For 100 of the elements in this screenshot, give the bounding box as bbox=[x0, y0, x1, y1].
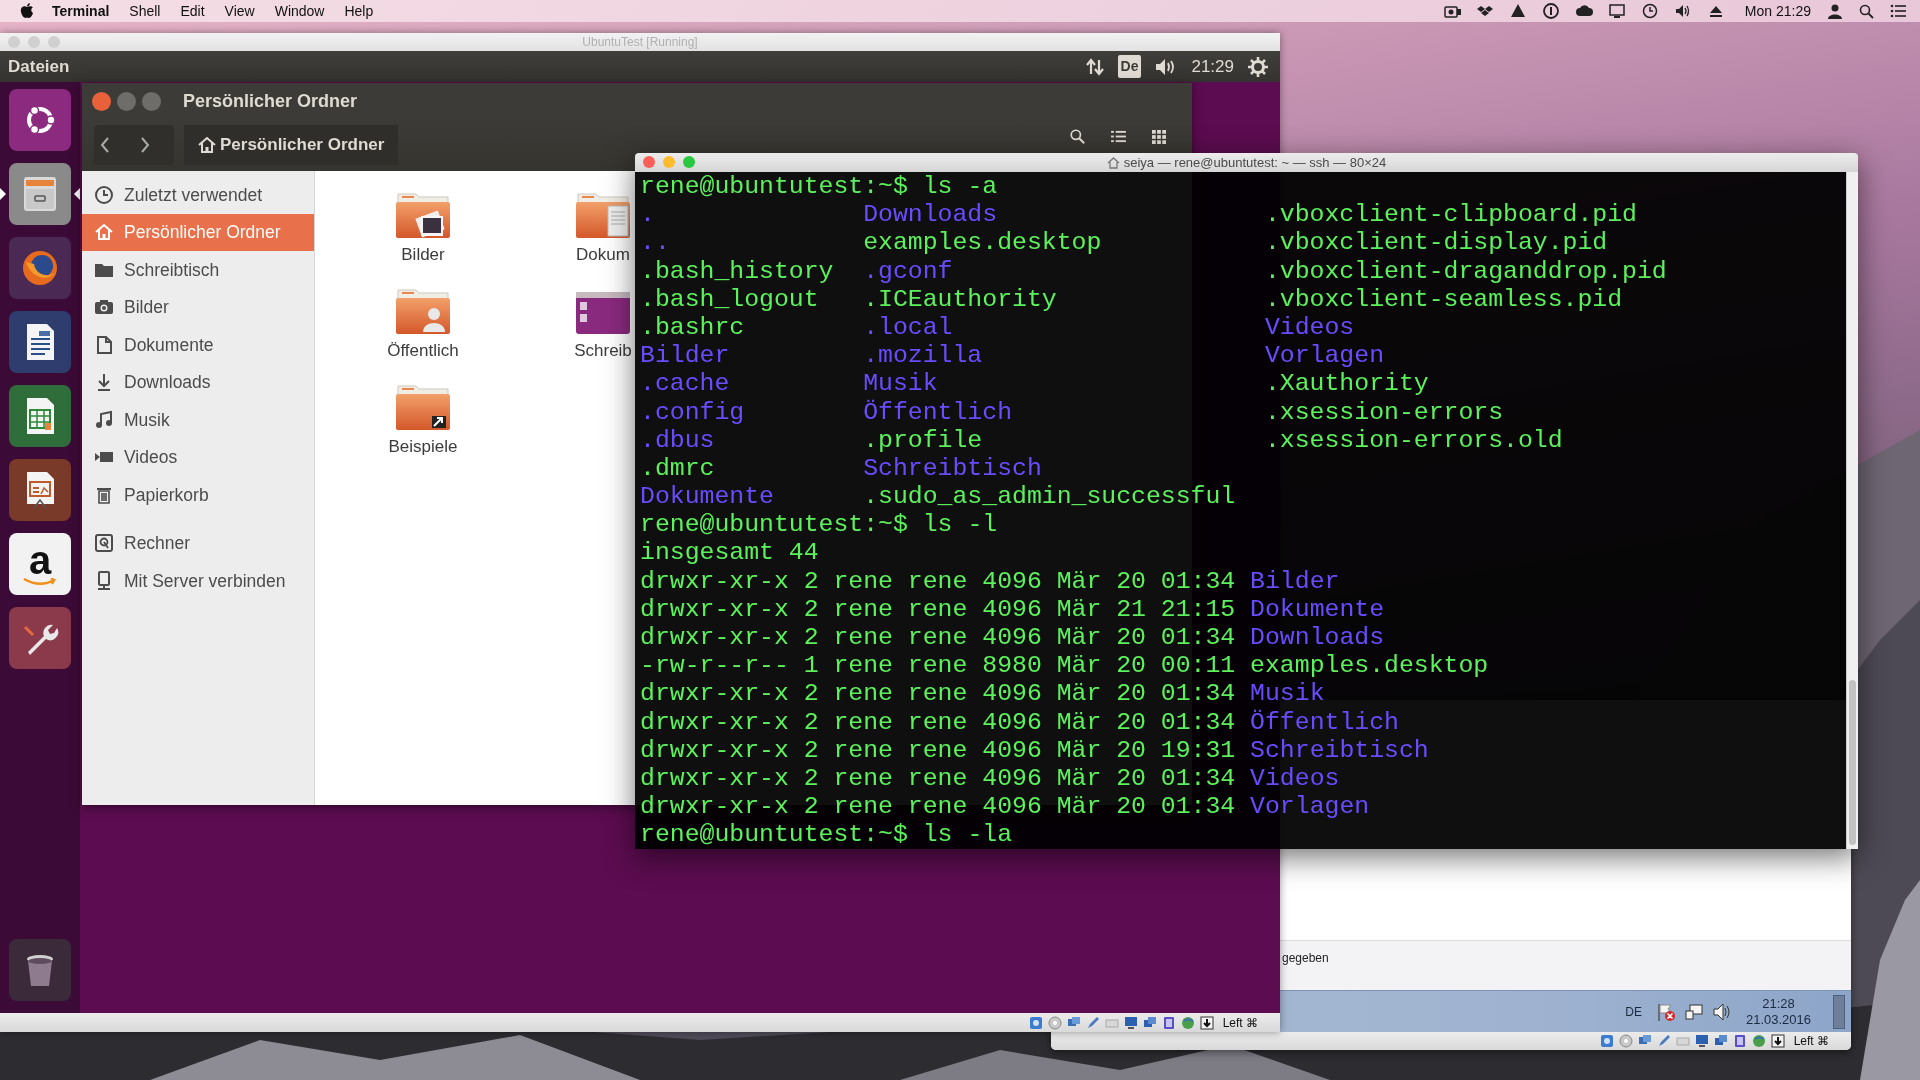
menu-item[interactable]: View bbox=[224, 0, 255, 22]
cloud-icon[interactable] bbox=[1575, 3, 1593, 19]
file-name: .xsession-errors bbox=[1264, 397, 1504, 426]
pen-icon[interactable] bbox=[1085, 1014, 1100, 1031]
triangle-icon[interactable] bbox=[1509, 3, 1527, 19]
list-view-icon[interactable] bbox=[1111, 130, 1126, 143]
sidebar-item[interactable]: Rechner bbox=[82, 524, 314, 562]
user-icon[interactable] bbox=[1827, 3, 1843, 19]
display-icon[interactable] bbox=[1608, 3, 1626, 19]
home-icon bbox=[94, 222, 114, 243]
scrollbar[interactable] bbox=[1846, 172, 1858, 849]
file-name: .sudo_as_admin_successful bbox=[863, 482, 1236, 511]
command-text: ls -l bbox=[922, 510, 998, 539]
menu-item[interactable]: Help bbox=[344, 0, 374, 22]
menu-item[interactable]: Window bbox=[274, 0, 325, 22]
menu-item[interactable]: Shell bbox=[129, 0, 161, 22]
folder-name: . bbox=[640, 200, 655, 229]
file-name: .vboxclient-draganddrop.pid bbox=[1264, 256, 1667, 285]
output-text: insgesamt 44 bbox=[640, 538, 819, 567]
menu-item[interactable]: Edit bbox=[180, 0, 205, 22]
file-name: .bash_history bbox=[640, 256, 834, 285]
folder-name: Videos bbox=[1264, 312, 1355, 342]
flag-icon[interactable] bbox=[1655, 1001, 1676, 1022]
launcher-button[interactable] bbox=[9, 311, 71, 373]
volume-icon[interactable] bbox=[1711, 1001, 1732, 1022]
taskbar-time[interactable]: 21:28 bbox=[1762, 995, 1795, 1012]
disc-icon[interactable] bbox=[1047, 1014, 1062, 1031]
sidebar-item[interactable]: Bilder bbox=[82, 288, 314, 326]
box-icon[interactable] bbox=[1476, 3, 1494, 19]
folder-name: Schreibtisch bbox=[863, 453, 1042, 483]
launcher-button[interactable] bbox=[9, 237, 71, 299]
grid-view-icon[interactable] bbox=[1152, 129, 1166, 144]
globe-icon[interactable] bbox=[1751, 1033, 1766, 1049]
display-icon[interactable] bbox=[1123, 1014, 1138, 1031]
folder-name: Vorlagen bbox=[1264, 341, 1384, 370]
folder-item[interactable]: Beispiele bbox=[388, 384, 458, 460]
folder-name: .local bbox=[863, 312, 953, 342]
search-icon[interactable] bbox=[1859, 3, 1874, 19]
file-name: .bash_logout bbox=[640, 284, 819, 313]
folder-name: .dbus bbox=[640, 425, 715, 454]
folder-name: Dokumente bbox=[1250, 594, 1385, 623]
folder-item[interactable]: Schreib bbox=[574, 288, 632, 364]
sidebar-item[interactable]: Zuletzt verwendet bbox=[82, 176, 314, 214]
sidebar-item[interactable]: Downloads bbox=[82, 363, 314, 401]
file-name: examples.desktop bbox=[1250, 651, 1489, 680]
download-icon[interactable] bbox=[1770, 1033, 1785, 1049]
globe-icon[interactable] bbox=[1180, 1014, 1195, 1031]
folder-name: Vorlagen bbox=[1250, 792, 1370, 821]
folder-item[interactable]: Öffentlich bbox=[387, 288, 459, 364]
sidebar-item[interactable]: Musik bbox=[82, 401, 314, 439]
chip-icon[interactable] bbox=[1732, 1033, 1747, 1049]
folder-icon bbox=[394, 384, 452, 432]
menu-icon[interactable] bbox=[1890, 4, 1906, 18]
volume-icon[interactable] bbox=[1674, 3, 1692, 19]
command-text: ls -la bbox=[922, 820, 1013, 849]
path-button[interactable]: Persönlicher Ordner bbox=[184, 125, 399, 165]
command-text: ls -a bbox=[922, 172, 998, 200]
folder-item[interactable]: Bilder bbox=[394, 192, 452, 268]
back-button[interactable] bbox=[94, 125, 134, 165]
disc-icon[interactable] bbox=[1618, 1033, 1633, 1049]
close-button[interactable] bbox=[92, 91, 111, 111]
chip-icon[interactable] bbox=[1161, 1014, 1176, 1031]
clock-icon bbox=[94, 184, 114, 205]
forward-button[interactable] bbox=[134, 125, 174, 165]
circle-icon[interactable] bbox=[1542, 3, 1560, 19]
sidebar-item[interactable]: Papierkorb bbox=[82, 476, 314, 514]
apple-icon bbox=[20, 3, 34, 19]
pen-icon[interactable] bbox=[1656, 1033, 1671, 1049]
search-icon[interactable] bbox=[1070, 129, 1085, 144]
launcher-button[interactable] bbox=[9, 385, 71, 447]
clock-icon[interactable] bbox=[1641, 3, 1659, 19]
file-name: .Xauthority bbox=[1264, 369, 1429, 398]
taskbar-date[interactable]: 21.03.2016 bbox=[1745, 1011, 1811, 1028]
file-name: .profile bbox=[863, 425, 983, 454]
menu-clock[interactable]: Mon 21:29 bbox=[1744, 0, 1811, 22]
settings-icon[interactable] bbox=[1248, 56, 1268, 77]
sidebar-item[interactable]: Dokumente bbox=[82, 326, 314, 364]
app-menu[interactable]: Terminal bbox=[52, 0, 110, 22]
sidebar-item[interactable]: Videos bbox=[82, 438, 314, 476]
keyboard-indicator[interactable]: De bbox=[1117, 55, 1142, 78]
display-icon[interactable] bbox=[1694, 1033, 1709, 1049]
network-icon[interactable] bbox=[1683, 1001, 1704, 1022]
folder-name: .config bbox=[640, 397, 745, 426]
transfer-icon[interactable] bbox=[1085, 57, 1104, 76]
keyboard-indicator[interactable]: DE bbox=[1625, 1002, 1642, 1021]
folder-icon bbox=[394, 288, 452, 336]
camera-icon[interactable] bbox=[1443, 3, 1461, 19]
drive-icon bbox=[94, 533, 114, 554]
scroll-thumb[interactable] bbox=[1849, 680, 1856, 845]
folder-item[interactable]: Dokum bbox=[574, 192, 632, 268]
sidebar-item[interactable]: Mit Server verbinden bbox=[82, 562, 314, 600]
launcher-button[interactable] bbox=[9, 89, 71, 151]
panel-clock[interactable]: 21:29 bbox=[1191, 53, 1234, 80]
launcher-button[interactable] bbox=[9, 459, 71, 521]
download-icon[interactable] bbox=[1199, 1014, 1214, 1031]
folder-icon bbox=[394, 192, 452, 240]
file-name: .vboxclient-display.pid bbox=[1264, 228, 1608, 257]
launcher-button[interactable] bbox=[9, 607, 71, 669]
launcher-button[interactable]: a bbox=[9, 533, 71, 595]
sidebar-item[interactable]: Schreibtisch bbox=[82, 251, 314, 289]
